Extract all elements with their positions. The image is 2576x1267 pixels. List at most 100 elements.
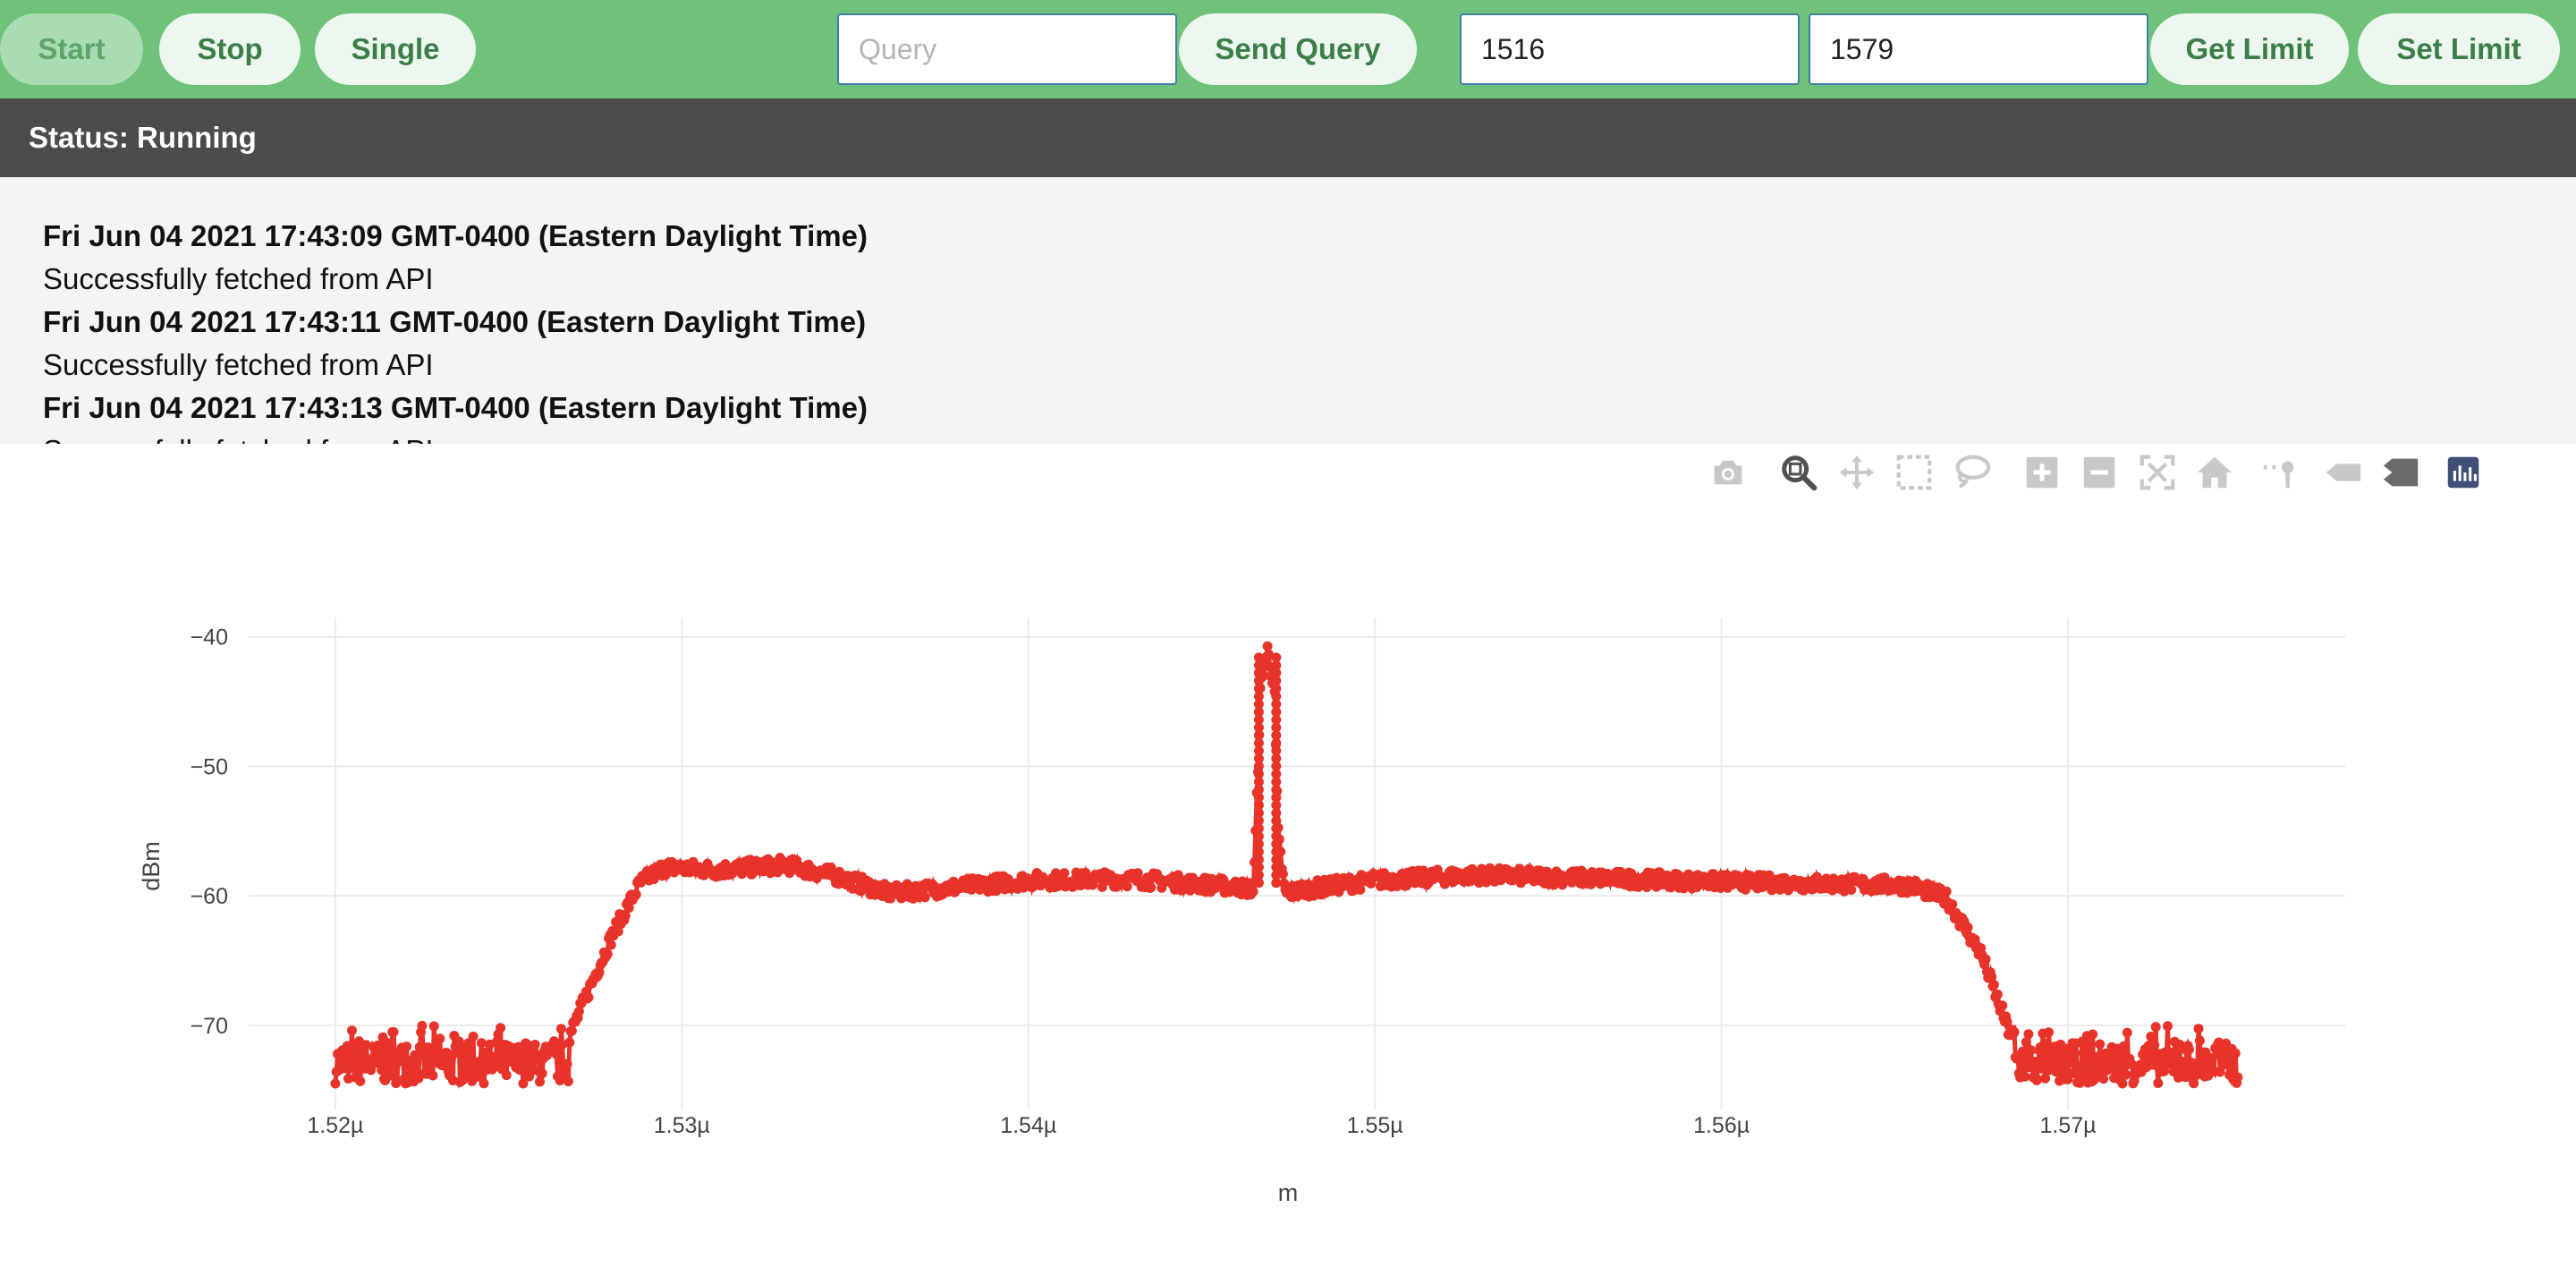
data-point [724, 868, 735, 879]
data-point [418, 1047, 428, 1058]
send-query-button[interactable]: Send Query [1179, 13, 1417, 85]
data-point [1271, 753, 1282, 764]
data-point [497, 1059, 508, 1069]
data-point [547, 1043, 558, 1054]
data-point [974, 884, 985, 895]
data-point [891, 880, 902, 890]
data-point [886, 893, 896, 904]
data-point [1707, 869, 1717, 880]
data-point [1203, 883, 1214, 894]
data-point [1597, 868, 1608, 878]
pan-icon[interactable] [1832, 447, 1882, 497]
data-point [923, 879, 934, 889]
data-point [1943, 897, 1953, 907]
data-point [1471, 871, 1482, 881]
data-point [1273, 822, 1284, 833]
data-point [1271, 862, 1282, 872]
data-point [843, 878, 854, 889]
limit-high-input[interactable] [1809, 13, 2148, 85]
data-point [1088, 880, 1098, 890]
single-button[interactable]: Single [315, 13, 476, 85]
hover-compare-icon[interactable] [2376, 447, 2426, 497]
data-point [1876, 885, 1886, 896]
data-point [1326, 886, 1337, 897]
data-point [869, 889, 880, 900]
data-point [928, 888, 938, 898]
data-point [985, 874, 996, 885]
data-point [2150, 1022, 2161, 1033]
data-point [1633, 881, 1644, 892]
data-point [1583, 872, 1594, 883]
data-point [1157, 878, 1168, 889]
data-point [676, 863, 687, 873]
data-point [1253, 753, 1264, 764]
stop-button[interactable]: Stop [159, 13, 301, 85]
data-point [2028, 1072, 2038, 1083]
data-point [1122, 881, 1132, 892]
data-point [331, 1067, 342, 1077]
y-tick-label: −40 [191, 625, 228, 651]
data-point [1136, 881, 1147, 892]
data-point [2200, 1047, 2211, 1058]
data-point [1131, 876, 1142, 887]
data-point [2207, 1065, 2218, 1076]
data-point [775, 853, 785, 863]
data-point [952, 880, 962, 891]
data-point [1013, 883, 1023, 894]
hover-closest-icon[interactable] [2318, 447, 2368, 497]
data-point [1573, 867, 1584, 878]
reset-axes-icon[interactable] [2190, 447, 2240, 497]
data-point [1640, 879, 1651, 889]
zoom-in-icon[interactable] [2017, 447, 2067, 497]
data-point [1890, 883, 1901, 894]
data-point [1179, 879, 1190, 889]
data-point [775, 855, 786, 865]
data-point [1930, 892, 1941, 903]
data-point [547, 1045, 557, 1055]
data-point [1442, 873, 1453, 884]
limit-low-input[interactable] [1460, 13, 1800, 85]
log-panel[interactable]: Fri Jun 04 2021 17:43:09 GMT-0400 (Easte… [0, 177, 2576, 444]
data-point [453, 1047, 463, 1058]
data-point [1741, 884, 1750, 895]
data-point [1815, 883, 1826, 894]
data-point [1703, 881, 1714, 892]
query-input[interactable] [837, 13, 1177, 85]
data-point [1496, 875, 1506, 886]
data-point [2041, 1038, 2052, 1049]
data-point [926, 881, 936, 892]
data-point [1522, 866, 1533, 877]
data-point [625, 891, 635, 901]
data-point [503, 1046, 513, 1057]
data-point [733, 863, 743, 873]
data-point [395, 1050, 406, 1061]
data-point [1605, 877, 1615, 888]
plotly-logo-icon[interactable] [2438, 447, 2488, 497]
camera-icon[interactable] [1703, 447, 1753, 497]
data-point [1038, 872, 1048, 882]
x-axis-ticks: 1.52µ 1.53µ 1.54µ 1.55µ 1.56µ 1.57µ [307, 1113, 2096, 1138]
lasso-select-icon[interactable] [1946, 447, 1996, 497]
data-point [1790, 876, 1801, 887]
data-point [683, 866, 694, 877]
zoom-icon[interactable] [1774, 447, 1824, 497]
data-point [703, 862, 714, 872]
data-point [954, 880, 965, 890]
data-point [1169, 884, 1180, 895]
data-point [1589, 868, 1600, 879]
data-point [980, 876, 991, 887]
data-point [1681, 872, 1691, 882]
data-point [810, 870, 821, 880]
autoscale-icon[interactable] [2132, 447, 2182, 497]
data-point [1539, 879, 1550, 889]
data-point [1983, 973, 1994, 983]
zoom-out-icon[interactable] [2074, 447, 2124, 497]
data-point [875, 882, 886, 893]
data-point [1537, 868, 1547, 878]
set-limit-button[interactable]: Set Limit [2358, 13, 2560, 85]
spike-lines-icon[interactable] [2254, 447, 2304, 497]
get-limit-button[interactable]: Get Limit [2150, 13, 2349, 85]
start-button[interactable]: Start [0, 13, 143, 85]
box-select-icon[interactable] [1889, 447, 1939, 497]
data-point [1564, 872, 1575, 882]
